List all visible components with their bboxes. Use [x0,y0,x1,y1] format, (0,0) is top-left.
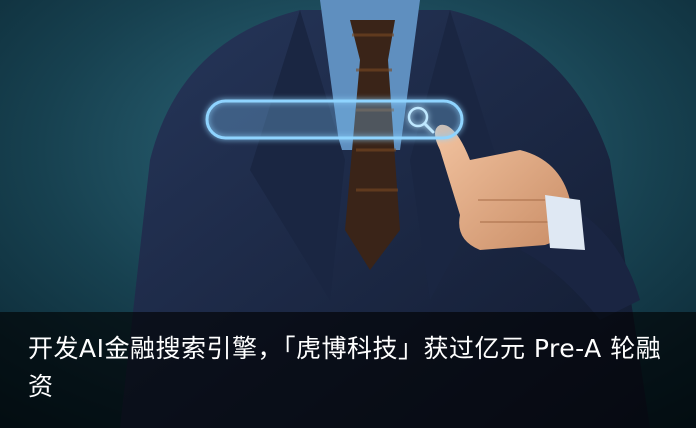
search-bar [205,99,464,140]
article-headline[interactable]: 开发AI金融搜索引擎，「虎博科技」获过亿元 Pre-A 轮融资 [28,330,668,406]
